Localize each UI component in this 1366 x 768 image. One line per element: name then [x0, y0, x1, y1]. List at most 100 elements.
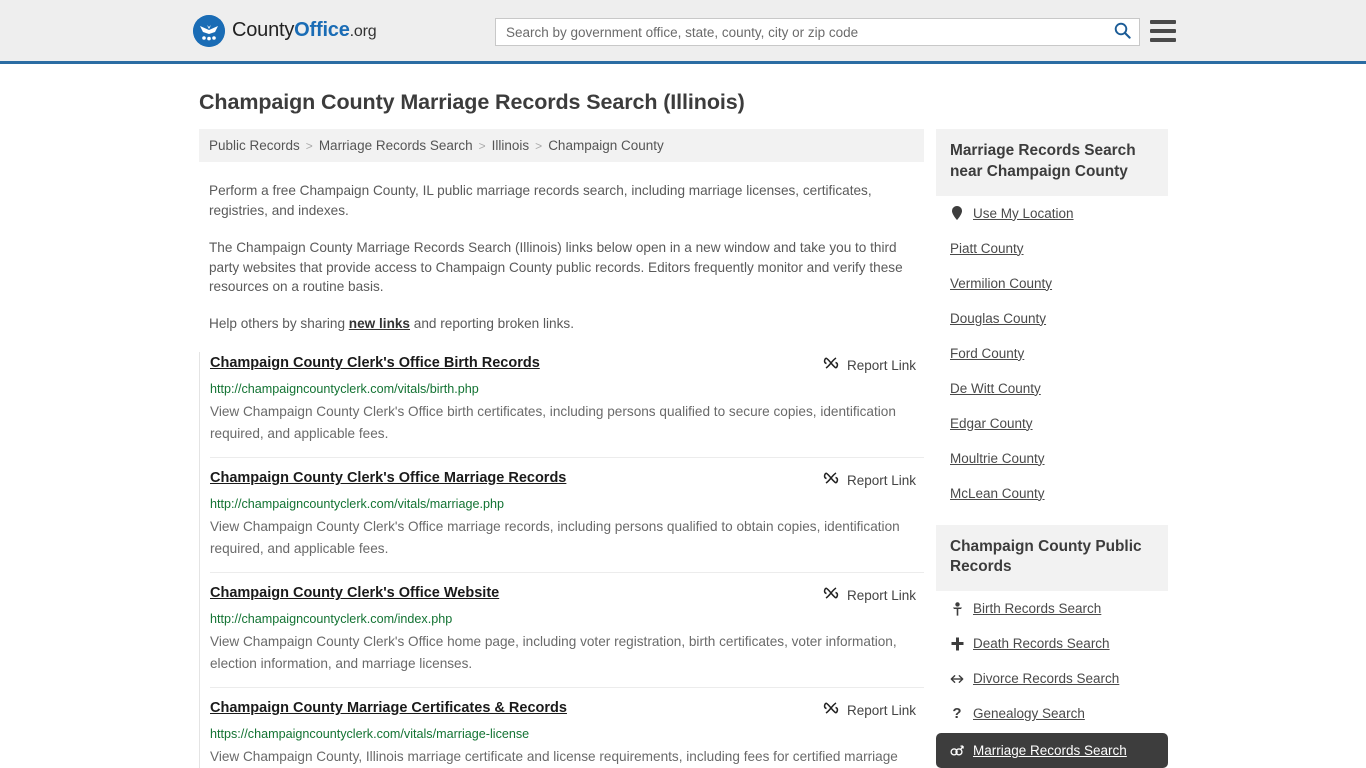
sidebar-item-edgar-county[interactable]: Edgar County — [936, 406, 1168, 441]
sidebar-item-ford-county[interactable]: Ford County — [936, 336, 1168, 371]
sidebar-item-label: De Witt County — [950, 380, 1041, 396]
double-arrow-icon — [950, 673, 964, 685]
gender-symbols-icon — [950, 744, 964, 757]
sidebar-item-label: Edgar County — [950, 415, 1033, 431]
result-title-link[interactable]: Champaign County Clerk's Office Birth Re… — [210, 354, 540, 372]
result-url-link[interactable]: http://champaigncountyclerk.com/index.ph… — [210, 612, 924, 626]
report-link-button[interactable]: Report Link — [823, 585, 916, 606]
result-url-link[interactable]: https://champaigncountyclerk.com/vitals/… — [210, 727, 924, 741]
sidebar-item-label: Piatt County — [950, 240, 1024, 256]
search-input[interactable] — [496, 19, 1105, 45]
sidebar-item-genealogy-search[interactable]: ? Genealogy Search — [936, 696, 1168, 731]
sidebar-list-nearby: Use My Location Piatt County Vermilion C… — [936, 196, 1168, 511]
map-pin-icon — [950, 206, 964, 221]
sidebar-heading-nearby: Marriage Records Search near Champaign C… — [936, 129, 1168, 196]
report-link-button[interactable]: Report Link — [823, 700, 916, 721]
result-title-link[interactable]: Champaign County Marriage Certificates &… — [210, 699, 567, 717]
site-logo[interactable]: CountyOffice.org — [193, 14, 377, 47]
sidebar-item-death-records-search[interactable]: Death Records Search — [936, 626, 1168, 661]
sidebar-item-piatt-county[interactable]: Piatt County — [936, 231, 1168, 266]
sidebar-item-douglas-county[interactable]: Douglas County — [936, 301, 1168, 336]
intro-paragraph-3: Help others by sharing new links and rep… — [209, 314, 914, 334]
sidebar-heading-public-records: Champaign County Public Records — [936, 524, 1168, 592]
hamburger-menu-icon[interactable] — [1150, 20, 1176, 42]
intro-paragraph-1: Perform a free Champaign County, IL publ… — [209, 183, 872, 218]
broken-link-icon — [823, 700, 839, 721]
sidebar-item-marriage-records-search[interactable]: Marriage Records Search — [936, 733, 1168, 768]
intro-text-after-link: and reporting broken links. — [410, 316, 574, 332]
result-item: Champaign County Clerk's Office Marriage… — [210, 457, 924, 572]
result-description: View Champaign County Clerk's Office mar… — [210, 519, 900, 557]
breadcrumb-item-champaign-county: Champaign County — [548, 138, 664, 153]
main-column: Public Records > Marriage Records Search… — [199, 129, 924, 768]
breadcrumb-item-public-records[interactable]: Public Records — [209, 138, 300, 153]
result-title-link[interactable]: Champaign County Clerk's Office Website — [210, 584, 499, 602]
result-title-link[interactable]: Champaign County Clerk's Office Marriage… — [210, 469, 566, 487]
search-icon — [1114, 22, 1131, 42]
cross-icon — [950, 637, 964, 651]
page-title: Champaign County Marriage Records Search… — [199, 90, 745, 114]
breadcrumb-item-marriage-records-search[interactable]: Marriage Records Search — [319, 138, 473, 153]
sidebar-item-label: Marriage Records Search — [973, 743, 1127, 759]
sidebar-item-label: Ford County — [950, 345, 1025, 361]
sidebar-item-birth-records-search[interactable]: Birth Records Search — [936, 591, 1168, 626]
report-link-button[interactable]: Report Link — [823, 470, 916, 491]
sidebar-item-label: McLean County — [950, 485, 1045, 501]
intro-section: Perform a free Champaign County, IL publ… — [199, 181, 924, 334]
sidebar-item-label: Douglas County — [950, 310, 1047, 326]
sidebar-list-public-records: Birth Records Search Death Records Searc… — [936, 591, 1168, 768]
result-header: Champaign County Clerk's Office Birth Re… — [210, 354, 924, 376]
sidebar-panel-public-records: Champaign County Public Records Birth Re… — [936, 524, 1168, 768]
report-link-label: Report Link — [846, 358, 916, 374]
search-button[interactable] — [1105, 19, 1139, 45]
breadcrumb-separator-icon: > — [478, 138, 486, 153]
result-url-link[interactable]: http://champaigncountyclerk.com/vitals/m… — [210, 497, 924, 511]
sidebar-item-label: Use My Location — [973, 205, 1074, 221]
sidebar: Marriage Records Search near Champaign C… — [936, 129, 1168, 768]
sidebar-item-label: Vermilion County — [950, 275, 1053, 291]
sidebar-item-label: Divorce Records Search — [973, 671, 1120, 687]
result-url-link[interactable]: http://champaigncountyclerk.com/vitals/b… — [210, 382, 924, 396]
breadcrumb: Public Records > Marriage Records Search… — [199, 129, 924, 162]
report-link-label: Report Link — [846, 588, 916, 604]
sidebar-panel-nearby-counties: Marriage Records Search near Champaign C… — [936, 129, 1168, 511]
sidebar-item-label: Birth Records Search — [973, 601, 1102, 617]
report-link-label: Report Link — [846, 473, 916, 489]
intro-paragraph-2: The Champaign County Marriage Records Se… — [209, 239, 903, 295]
report-link-label: Report Link — [846, 703, 916, 719]
result-item: Champaign County Marriage Certificates &… — [210, 687, 924, 768]
breadcrumb-separator-icon: > — [305, 138, 313, 153]
logo-text-office: Office — [294, 19, 350, 41]
sidebar-item-moultrie-county[interactable]: Moultrie County — [936, 441, 1168, 476]
sidebar-item-vermilion-county[interactable]: Vermilion County — [936, 266, 1168, 301]
breadcrumb-item-illinois[interactable]: Illinois — [492, 138, 530, 153]
search-bar[interactable] — [495, 18, 1140, 46]
hamburger-bar — [1150, 38, 1176, 42]
logo-text-org: .org — [349, 23, 377, 40]
hamburger-bar — [1150, 29, 1176, 33]
intro-text-before-link: Help others by sharing — [209, 316, 349, 332]
question-mark-icon: ? — [952, 705, 962, 723]
broken-link-icon — [823, 355, 839, 376]
baby-icon — [950, 601, 964, 616]
logo-wordmark: CountyOffice.org — [232, 19, 377, 42]
content-row: Public Records > Marriage Records Search… — [0, 129, 1366, 768]
result-description: View Champaign County, Illinois marriage… — [210, 749, 898, 765]
report-link-button[interactable]: Report Link — [823, 355, 916, 376]
result-item: Champaign County Clerk's Office Birth Re… — [210, 352, 924, 457]
result-description: View Champaign County Clerk's Office bir… — [210, 404, 896, 442]
result-item: Champaign County Clerk's Office Website — [210, 572, 924, 687]
sidebar-item-use-my-location[interactable]: Use My Location — [936, 196, 1168, 231]
broken-link-icon — [823, 585, 839, 606]
sidebar-item-mclean-county[interactable]: McLean County — [936, 476, 1168, 511]
broken-link-icon — [823, 470, 839, 491]
sidebar-item-de-witt-county[interactable]: De Witt County — [936, 371, 1168, 406]
sidebar-item-label: Genealogy Search — [973, 706, 1085, 722]
new-links-link[interactable]: new links — [349, 316, 410, 331]
site-header: CountyOffice.org — [0, 0, 1366, 64]
result-header: Champaign County Clerk's Office Website — [210, 584, 924, 606]
result-description: View Champaign County Clerk's Office hom… — [210, 634, 897, 672]
result-header: Champaign County Clerk's Office Marriage… — [210, 469, 924, 491]
sidebar-item-divorce-records-search[interactable]: Divorce Records Search — [936, 661, 1168, 696]
hamburger-bar — [1150, 20, 1176, 24]
